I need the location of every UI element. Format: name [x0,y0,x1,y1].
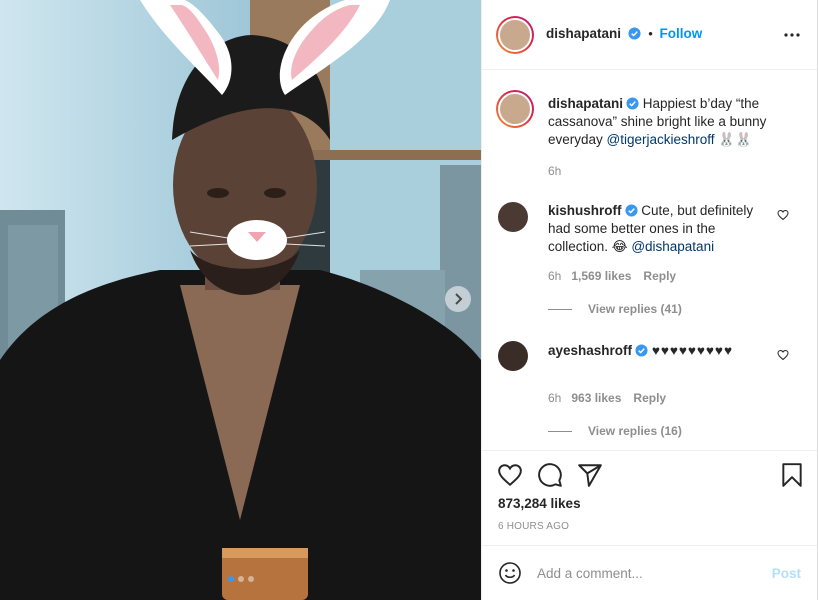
comment-author[interactable]: kishushroff [548,203,622,218]
caption-mention[interactable]: @tigerjackieshroff [607,132,715,147]
view-replies-label: View replies (16) [588,424,682,438]
replies-divider [548,430,572,432]
caption-emoji: 🐰🐰 [714,132,752,147]
smiley-icon[interactable] [498,561,522,585]
post-photo[interactable] [0,0,481,600]
comment-author[interactable]: ayeshashroff [548,343,632,358]
ellipsis-icon[interactable] [783,28,801,42]
view-replies-button[interactable]: View replies (16) [548,424,682,438]
post-side-panel: dishapatani • Follow dishapatani Happies… [481,0,818,600]
heart-icon[interactable] [777,349,789,361]
follow-separator: • [648,26,653,41]
comment-meta: 6h 1,569 likes Reply [548,269,676,283]
instagram-post: dishapatani • Follow dishapatani Happies… [0,0,818,600]
caption-author[interactable]: dishapatani [548,96,623,111]
comment-time[interactable]: 6h [548,269,561,283]
verified-badge-icon [624,204,638,217]
comment-input[interactable] [537,562,752,584]
heart-icon[interactable] [497,462,523,488]
comment-likes[interactable]: 963 likes [571,391,621,405]
next-slide-button[interactable] [445,286,471,312]
reply-button[interactable]: Reply [643,269,676,283]
likes-count[interactable]: 873,284 likes [498,496,581,511]
comment-mention[interactable]: @dishapatani [631,239,714,254]
caption: dishapatani Happiest b’day “the cassanov… [548,95,777,149]
caption-author-avatar[interactable] [496,90,534,128]
comment-avatar-kishushroff[interactable] [498,202,528,232]
bookmark-icon[interactable] [779,462,805,488]
verified-badge-icon [628,27,641,40]
carousel-dot-1 [228,576,234,582]
carousel-dot-3 [248,576,254,582]
post-header: dishapatani • Follow [482,0,817,70]
author-username[interactable]: dishapatani [546,26,621,41]
view-replies-button[interactable]: View replies (41) [548,302,682,316]
action-bar: 873,284 likes 6 HOURS AGO [482,450,817,545]
view-replies-label: View replies (41) [588,302,682,316]
carousel-dot-2 [238,576,244,582]
comment-bubble-icon[interactable] [537,462,563,488]
caption-time[interactable]: 6h [548,164,561,178]
heart-icon[interactable] [777,209,789,221]
post-timestamp[interactable]: 6 HOURS AGO [498,521,569,532]
comment-meta: 6h 963 likes Reply [548,391,666,405]
reply-button[interactable]: Reply [633,391,666,405]
comment-time[interactable]: 6h [548,391,561,405]
chevron-right-icon [455,293,463,305]
paper-plane-icon[interactable] [577,462,603,488]
verified-badge-icon [635,344,648,357]
comment-text: ♥♥♥♥♥♥♥♥♥ [651,343,733,358]
comment-avatar-ayeshashroff[interactable] [498,341,528,371]
carousel-indicator [228,576,254,582]
comment-kishushroff: kishushroff Cute, but definitely had som… [548,202,777,256]
author-avatar[interactable] [496,16,534,54]
comment-likes[interactable]: 1,569 likes [571,269,631,283]
post-comment-button[interactable]: Post [772,566,801,581]
comment-composer: Post [482,545,817,600]
follow-button[interactable]: Follow [659,26,702,41]
comment-ayeshashroff: ayeshashroff ♥♥♥♥♥♥♥♥♥ [548,342,777,360]
post-image [0,0,481,600]
replies-divider [548,308,572,310]
verified-badge-icon [626,97,639,110]
